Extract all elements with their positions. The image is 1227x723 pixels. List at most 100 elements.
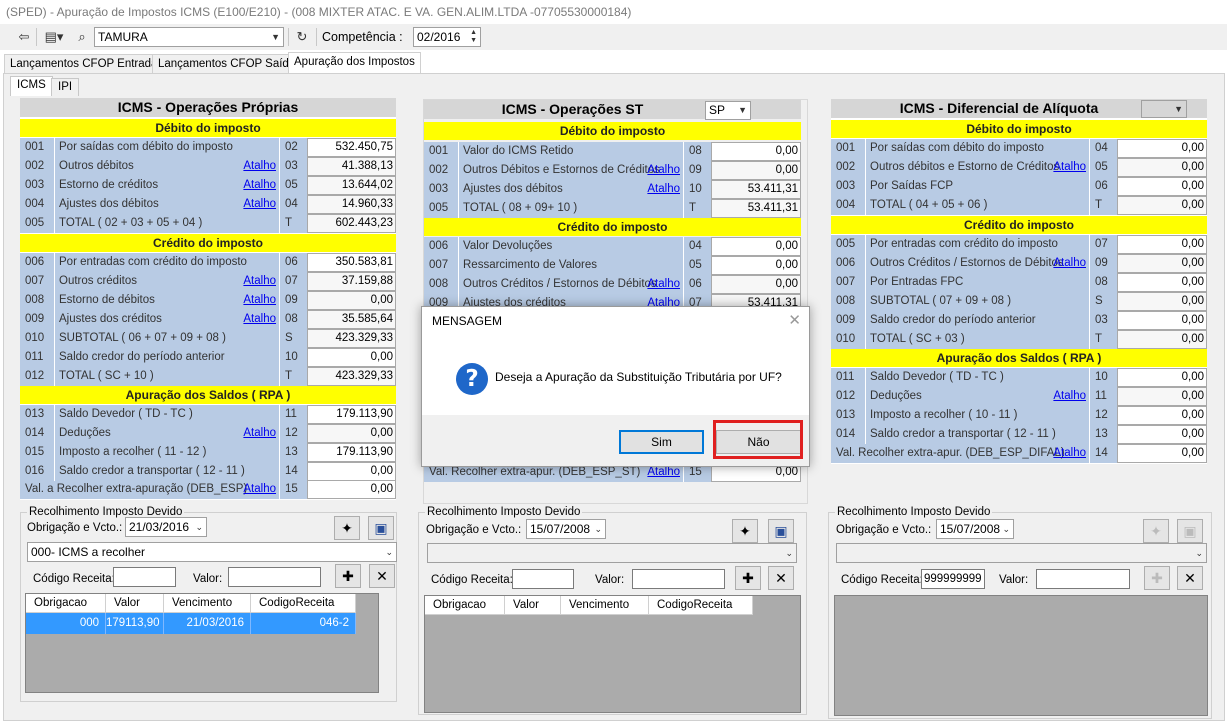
cell-vencimento[interactable]: 21/03/2016 <box>164 613 251 634</box>
row-value[interactable]: 0,00 <box>307 480 396 499</box>
row-value[interactable]: 0,00 <box>1117 139 1207 158</box>
row-value[interactable]: 53.411,31 <box>711 199 801 218</box>
row-value[interactable]: 0,00 <box>307 348 396 367</box>
row-value[interactable]: 423.329,33 <box>307 329 396 348</box>
row-value[interactable]: 0,00 <box>1117 444 1207 463</box>
tab-cfop-entrada[interactable]: Lançamentos CFOP Entrada <box>4 54 164 74</box>
delete-row-button[interactable]: ✕ <box>1177 566 1203 590</box>
subtab-icms[interactable]: ICMS <box>10 76 53 96</box>
row-value[interactable]: 0,00 <box>1117 425 1207 444</box>
row-value[interactable]: 0,00 <box>307 462 396 481</box>
company-select[interactable]: TAMURA ▼ <box>94 27 284 47</box>
new-document-button[interactable]: ✦ <box>732 519 758 543</box>
atalho-link[interactable]: Atalho <box>1053 444 1086 463</box>
row-value[interactable]: 0,00 <box>1117 196 1207 215</box>
exit-icon[interactable]: ⇦ <box>14 27 34 47</box>
row-value[interactable]: 37.159,88 <box>307 272 396 291</box>
row-value[interactable]: 179.113,90 <box>307 405 396 424</box>
save-button[interactable]: ▣ <box>368 516 394 540</box>
row-value[interactable]: 0,00 <box>711 256 801 275</box>
atalho-link[interactable]: Atalho <box>243 480 276 499</box>
codigo-receita-input[interactable] <box>512 569 574 589</box>
row-value[interactable]: 13.644,02 <box>307 176 396 195</box>
company-menu-icon[interactable]: ▤▾ <box>40 27 68 47</box>
refresh-icon[interactable]: ↻ <box>292 27 312 47</box>
spinner-icon[interactable]: ▲ ▼ <box>470 29 477 45</box>
row-value[interactable]: 0,00 <box>1117 406 1207 425</box>
row-value[interactable]: 532.450,75 <box>307 138 396 157</box>
row-value[interactable]: 53.411,31 <box>711 180 801 199</box>
row-value[interactable]: 0,00 <box>1117 292 1207 311</box>
atalho-link[interactable]: Atalho <box>1053 387 1086 406</box>
subtab-ipi[interactable]: IPI <box>51 78 80 96</box>
column-header-codigo-receita[interactable]: CodigoReceita <box>649 596 753 615</box>
obrigacao-select[interactable]: ⌄ <box>836 543 1207 563</box>
row-value[interactable]: 602.443,23 <box>307 214 396 233</box>
row-value[interactable]: 0,00 <box>1117 273 1207 292</box>
cell-obrigacao[interactable]: 000 <box>26 613 106 634</box>
row-value[interactable]: 0,00 <box>1117 387 1207 406</box>
atalho-link[interactable]: Atalho <box>1053 158 1086 177</box>
atalho-link[interactable]: Atalho <box>647 180 680 199</box>
column-header-valor[interactable]: Valor <box>505 596 561 615</box>
column-header-obrigacao[interactable]: Obrigacao <box>425 596 505 615</box>
atalho-link[interactable]: Atalho <box>243 310 276 329</box>
uf-select[interactable]: SP ▼ <box>705 101 751 120</box>
obrigacao-select[interactable]: 000- ICMS a recolher ⌄ <box>27 542 397 562</box>
column-header-valor[interactable]: Valor <box>106 594 164 613</box>
row-value[interactable]: 0,00 <box>1117 177 1207 196</box>
column-header-vencimento[interactable]: Vencimento <box>164 594 251 613</box>
row-value[interactable]: 0,00 <box>711 142 801 161</box>
row-value[interactable]: 0,00 <box>307 291 396 310</box>
atalho-link[interactable]: Atalho <box>243 195 276 214</box>
row-value[interactable]: 35.585,64 <box>307 310 396 329</box>
valor-input[interactable] <box>228 567 321 587</box>
atalho-link[interactable]: Atalho <box>243 176 276 195</box>
row-value[interactable]: 0,00 <box>711 161 801 180</box>
valor-input[interactable] <box>632 569 725 589</box>
row-value[interactable]: 0,00 <box>307 424 396 443</box>
row-value[interactable]: 0,00 <box>1117 235 1207 254</box>
save-button[interactable]: ▣ <box>768 519 794 543</box>
tab-cfop-saida[interactable]: Lançamentos CFOP Saída <box>152 54 302 74</box>
save-button[interactable]: ▣ <box>1177 519 1203 543</box>
row-value[interactable]: 0,00 <box>711 275 801 294</box>
row-value[interactable]: 0,00 <box>1117 254 1207 273</box>
add-row-button[interactable]: ✚ <box>1144 566 1170 590</box>
cell-codigo-receita[interactable]: 046-2 <box>251 613 356 634</box>
atalho-link[interactable]: Atalho <box>647 275 680 294</box>
atalho-link[interactable]: Atalho <box>243 272 276 291</box>
atalho-link[interactable]: Atalho <box>243 291 276 310</box>
valor-input[interactable] <box>1036 569 1130 589</box>
yes-button[interactable]: Sim <box>619 430 704 454</box>
uf-select[interactable]: ▼ <box>1141 100 1187 118</box>
row-value[interactable]: 0,00 <box>1117 368 1207 387</box>
row-value[interactable]: 0,00 <box>1117 311 1207 330</box>
delete-row-button[interactable]: ✕ <box>768 566 794 590</box>
obrigacao-select[interactable]: ⌄ <box>427 543 797 563</box>
atalho-link[interactable]: Atalho <box>1053 254 1086 273</box>
atalho-link[interactable]: Atalho <box>243 157 276 176</box>
atalho-link[interactable]: Atalho <box>647 161 680 180</box>
column-header-vencimento[interactable]: Vencimento <box>561 596 649 615</box>
new-document-button[interactable]: ✦ <box>334 516 360 540</box>
row-value[interactable]: 179.113,90 <box>307 443 396 462</box>
row-value[interactable]: 41.388,13 <box>307 157 396 176</box>
row-value[interactable]: 0,00 <box>711 237 801 256</box>
row-value[interactable]: 350.583,81 <box>307 253 396 272</box>
codigo-receita-input[interactable] <box>113 567 176 587</box>
vencimento-date-picker[interactable]: 21/03/2016 ⌄ <box>125 517 207 537</box>
row-value[interactable]: 0,00 <box>1117 330 1207 349</box>
column-header-obrigacao[interactable]: Obrigacao <box>26 594 106 613</box>
binoculars-icon[interactable]: ⌕ <box>72 27 92 47</box>
add-row-button[interactable]: ✚ <box>335 564 361 588</box>
atalho-link[interactable]: Atalho <box>243 424 276 443</box>
tab-apuracao-impostos[interactable]: Apuração dos Impostos <box>288 52 421 74</box>
vencimento-date-picker[interactable]: 15/07/2008 ⌄ <box>936 519 1014 539</box>
vencimento-date-picker[interactable]: 15/07/2008 ⌄ <box>526 519 606 539</box>
row-value[interactable]: 423.329,33 <box>307 367 396 386</box>
competencia-field[interactable]: 02/2016 ▲ ▼ <box>413 27 481 47</box>
cell-valor[interactable]: 179113,90 <box>106 613 164 634</box>
close-icon[interactable]: ✕ <box>788 313 801 328</box>
add-row-button[interactable]: ✚ <box>735 566 761 590</box>
